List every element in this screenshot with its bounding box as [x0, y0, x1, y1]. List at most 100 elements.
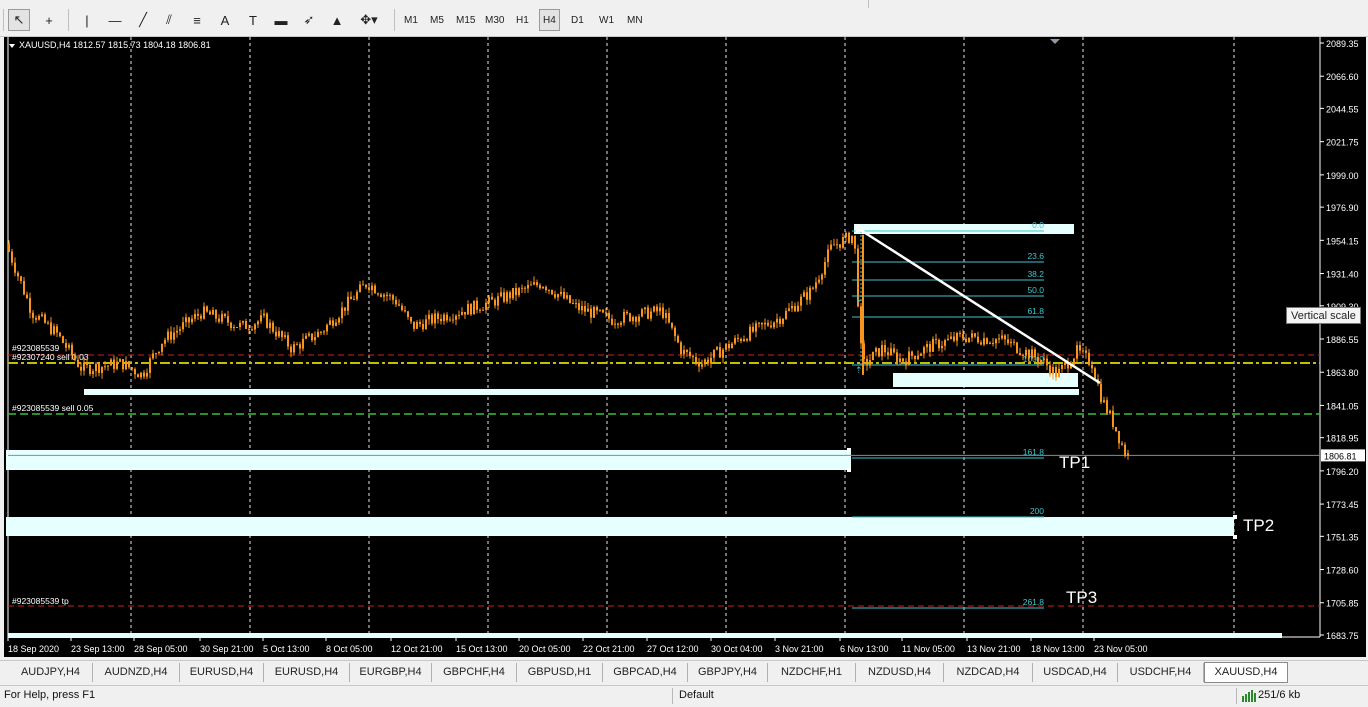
- candle-body: [821, 274, 823, 280]
- candle-body: [974, 333, 976, 337]
- candle-body: [740, 338, 742, 342]
- candle-body: [785, 310, 787, 319]
- candle-body: [140, 372, 142, 378]
- candle-body: [446, 314, 448, 321]
- crosshair-icon[interactable]: +: [38, 9, 60, 31]
- status-bar: For Help, press F1 Default 251/6 kb: [0, 685, 1368, 707]
- symbol-tab-gbpusd-h1[interactable]: GBPUSD,H1: [517, 663, 603, 682]
- candle-body: [944, 340, 946, 346]
- more-shapes-dropdown-icon[interactable]: ✥▾: [354, 9, 384, 31]
- candle-body: [851, 235, 853, 244]
- candle-body: [350, 296, 352, 300]
- candle-body: [641, 309, 643, 317]
- timeframe-m1-button[interactable]: M1: [401, 9, 421, 31]
- candle-body: [584, 306, 586, 312]
- candle-body: [44, 314, 46, 323]
- symbol-tab-audjpy-h4[interactable]: AUDJPY,H4: [9, 663, 93, 682]
- symbol-tab-eurusd-h4[interactable]: EURUSD,H4: [264, 663, 350, 682]
- timeframe-h1-button[interactable]: H1: [513, 9, 532, 31]
- text-label-icon[interactable]: T: [242, 9, 264, 31]
- candle-body: [638, 316, 640, 322]
- candle-body: [245, 321, 247, 329]
- candle-body: [35, 317, 37, 320]
- candle-body: [545, 286, 547, 291]
- vertical-line-icon[interactable]: |: [76, 9, 98, 31]
- trendline[interactable]: [858, 227, 1101, 385]
- tp1-label: TP1: [1059, 453, 1090, 472]
- candle-body: [1088, 352, 1090, 365]
- symbol-tab-gbpjpy-h4[interactable]: GBPJPY,H4: [688, 663, 768, 682]
- candle-body: [20, 276, 22, 281]
- text-icon[interactable]: A: [214, 9, 236, 31]
- cursor-icon[interactable]: ↖: [8, 9, 30, 31]
- symbol-tab-usdcad-h4[interactable]: USDCAD,H4: [1033, 663, 1118, 682]
- symbol-tab-gbpcad-h4[interactable]: GBPCAD,H4: [603, 663, 688, 682]
- zone-support-line[interactable]: [84, 389, 1079, 395]
- candle-body: [284, 335, 286, 338]
- timeframe-m5-button[interactable]: M5: [427, 9, 447, 31]
- candle-body: [200, 315, 202, 319]
- zone-resize-handle[interactable]: [1233, 515, 1237, 519]
- symbol-tab-eurgbp-h4[interactable]: EURGBP,H4: [350, 663, 432, 682]
- candle-body: [524, 287, 526, 289]
- time-tick-label: 18 Sep 2020: [8, 644, 59, 654]
- candle-body: [647, 307, 649, 319]
- symbol-tab-xauusd-h4[interactable]: XAUUSD,H4: [1204, 662, 1288, 683]
- candle-body: [620, 322, 622, 325]
- candle-body: [356, 291, 358, 300]
- timeframe-m30-button[interactable]: M30: [482, 9, 507, 31]
- candle-body: [395, 299, 397, 305]
- symbol-tab-nzdchf-h1[interactable]: NZDCHF,H1: [768, 663, 856, 682]
- symbol-tab-audnzd-h4[interactable]: AUDNZD,H4: [93, 663, 180, 682]
- candle-body: [224, 314, 226, 317]
- candle-body: [125, 361, 127, 370]
- symbol-tab-nzdusd-h4[interactable]: NZDUSD,H4: [856, 663, 944, 682]
- zone-resize-handle[interactable]: [847, 468, 851, 472]
- price-tick-label: 1886.55: [1326, 335, 1359, 345]
- candle-body: [275, 331, 277, 337]
- candle-body: [761, 322, 763, 325]
- rectangle-icon[interactable]: ▬: [270, 9, 292, 31]
- candle-body: [143, 372, 145, 377]
- chart-canvas[interactable]: 2089.35 2066.60 2044.55 2021.75 1999.00 1976.…: [4, 37, 1366, 657]
- price-tick-label: 1705.85: [1326, 599, 1359, 609]
- time-tick-label: 5 Oct 13:00: [263, 644, 310, 654]
- zone-tp1[interactable]: [6, 450, 851, 470]
- symbol-tab-gbpchf-h4[interactable]: GBPCHF,H4: [432, 663, 517, 682]
- candle-body: [425, 319, 427, 330]
- equidistant-channel-icon[interactable]: ⫽: [158, 9, 180, 31]
- triangle-icon[interactable]: ▲: [326, 9, 348, 31]
- horizontal-line-icon[interactable]: —: [104, 9, 126, 31]
- candle-body: [980, 342, 982, 345]
- zone-resize-handle[interactable]: [847, 448, 851, 452]
- zone-bottom[interactable]: [8, 633, 1282, 638]
- candle-body: [1007, 339, 1009, 344]
- candle-body: [557, 294, 559, 298]
- time-tick-label: 30 Oct 04:00: [711, 644, 763, 654]
- candle-body: [569, 295, 571, 303]
- arrow-icon[interactable]: ➶: [298, 9, 320, 31]
- candle-body: [1013, 341, 1015, 343]
- fibonacci-retracement-icon[interactable]: ≡: [186, 9, 208, 31]
- zone-resize-handle[interactable]: [1233, 535, 1237, 539]
- candle-body: [458, 314, 460, 316]
- timeframe-w1-button[interactable]: W1: [596, 9, 617, 31]
- symbol-tab-usdchf-h4[interactable]: USDCHF,H4: [1118, 663, 1204, 682]
- candle-body: [833, 244, 835, 246]
- timeframe-m15-button[interactable]: M15: [453, 9, 478, 31]
- timeframe-d1-button[interactable]: D1: [568, 9, 587, 31]
- candle-body: [467, 304, 469, 315]
- shift-marker-icon[interactable]: [1050, 39, 1060, 44]
- candle-body: [128, 361, 130, 368]
- symbol-tab-eurusd-h4[interactable]: EURUSD,H4: [180, 663, 264, 682]
- chart-menu-triangle-icon[interactable]: [9, 44, 15, 48]
- price-chart[interactable]: 2089.35 2066.60 2044.55 2021.75 1999.00 1976.…: [4, 37, 1366, 657]
- symbol-tab-nzdcad-h4[interactable]: NZDCAD,H4: [944, 663, 1033, 682]
- candle-body: [1106, 400, 1108, 414]
- zone-tp2[interactable]: [6, 517, 1234, 536]
- trendline-icon[interactable]: ╱: [132, 9, 154, 31]
- candle-body: [563, 291, 565, 299]
- candle-body: [134, 369, 136, 375]
- timeframe-mn-button[interactable]: MN: [624, 9, 646, 31]
- timeframe-h4-button[interactable]: H4: [539, 9, 560, 31]
